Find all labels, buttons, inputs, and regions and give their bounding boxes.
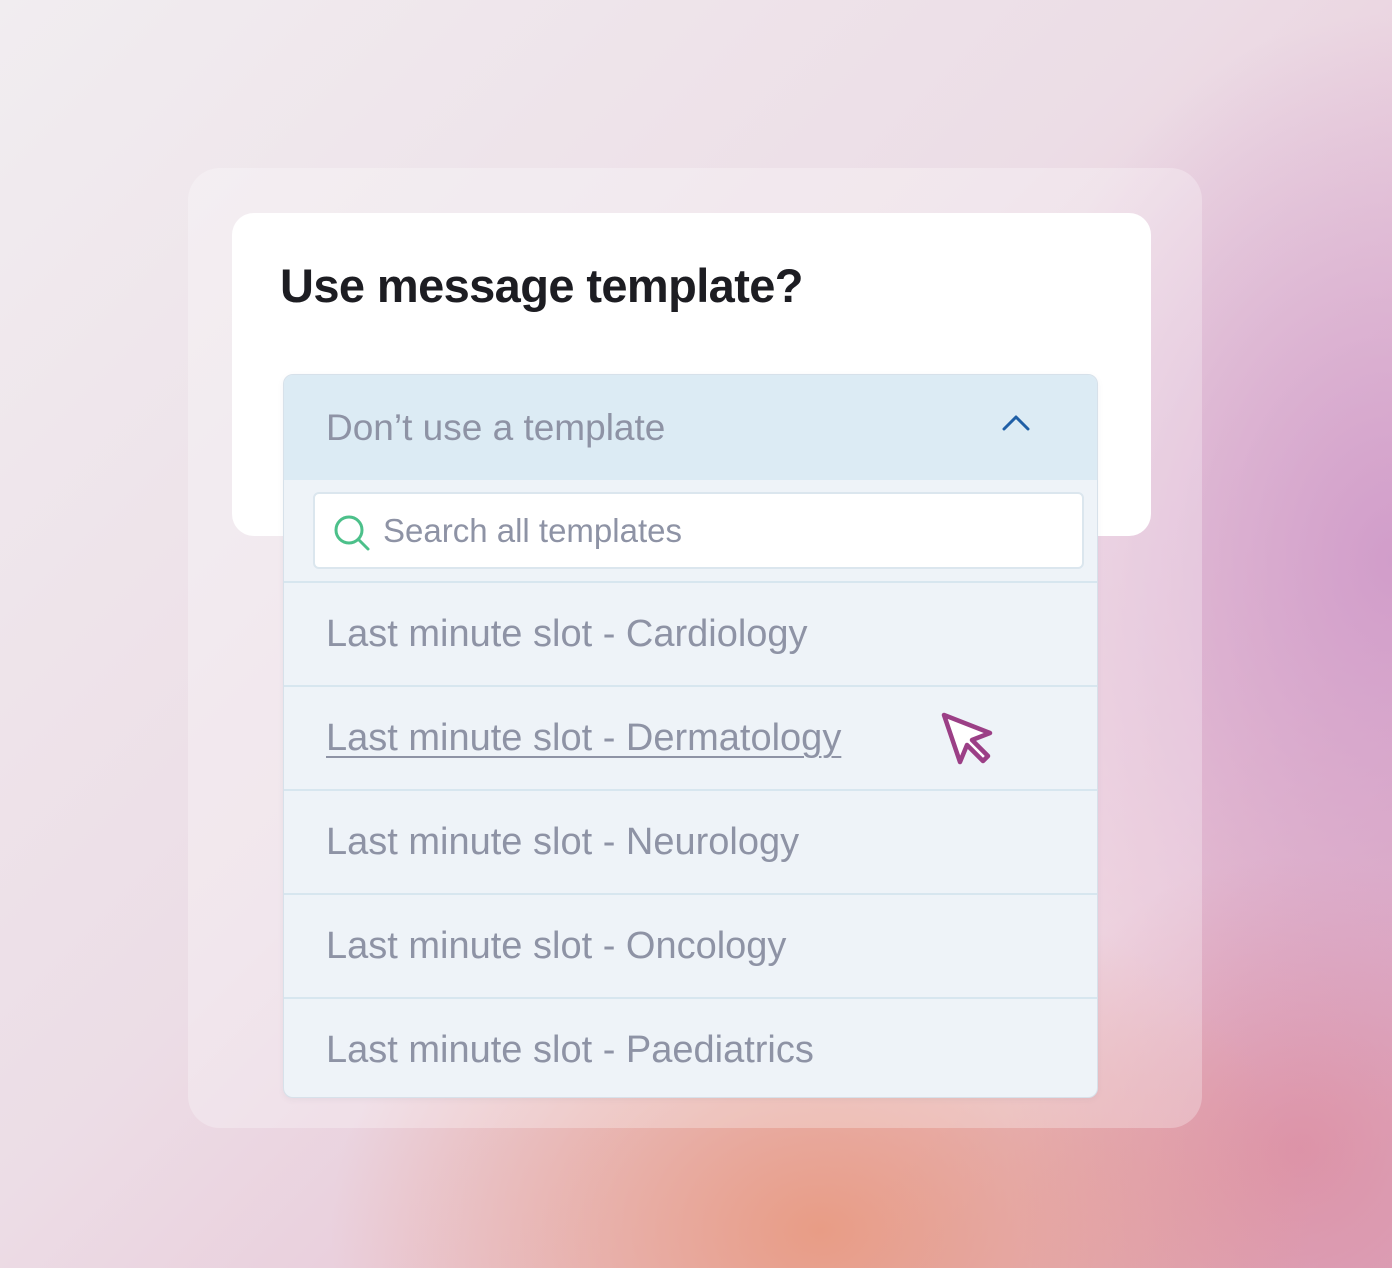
option-label: Last minute slot - Cardiology: [326, 613, 808, 655]
search-icon: [334, 515, 370, 551]
option-label: Last minute slot - Neurology: [326, 821, 800, 863]
template-option-paediatrics[interactable]: Last minute slot - Paediatrics: [284, 997, 1097, 1097]
option-label: Last minute slot - Dermatology: [326, 717, 842, 759]
dialog-title: Use message template?: [280, 259, 804, 312]
chevron-up-icon[interactable]: [1000, 413, 1032, 433]
template-search-input[interactable]: [383, 504, 1063, 558]
template-select-trigger[interactable]: Don’t use a template: [284, 375, 1097, 480]
template-option-neurology[interactable]: Last minute slot - Neurology: [284, 789, 1097, 893]
mouse-pointer-icon: [941, 712, 993, 765]
option-label: Last minute slot - Oncology: [326, 925, 787, 967]
option-label: Last minute slot - Paediatrics: [326, 1029, 814, 1071]
template-options-list: Last minute slot - Cardiology Last minut…: [284, 581, 1097, 1097]
template-option-oncology[interactable]: Last minute slot - Oncology: [284, 893, 1097, 997]
template-search-box[interactable]: [313, 492, 1084, 569]
selected-template-label: Don’t use a template: [326, 407, 666, 448]
template-option-cardiology[interactable]: Last minute slot - Cardiology: [284, 581, 1097, 685]
